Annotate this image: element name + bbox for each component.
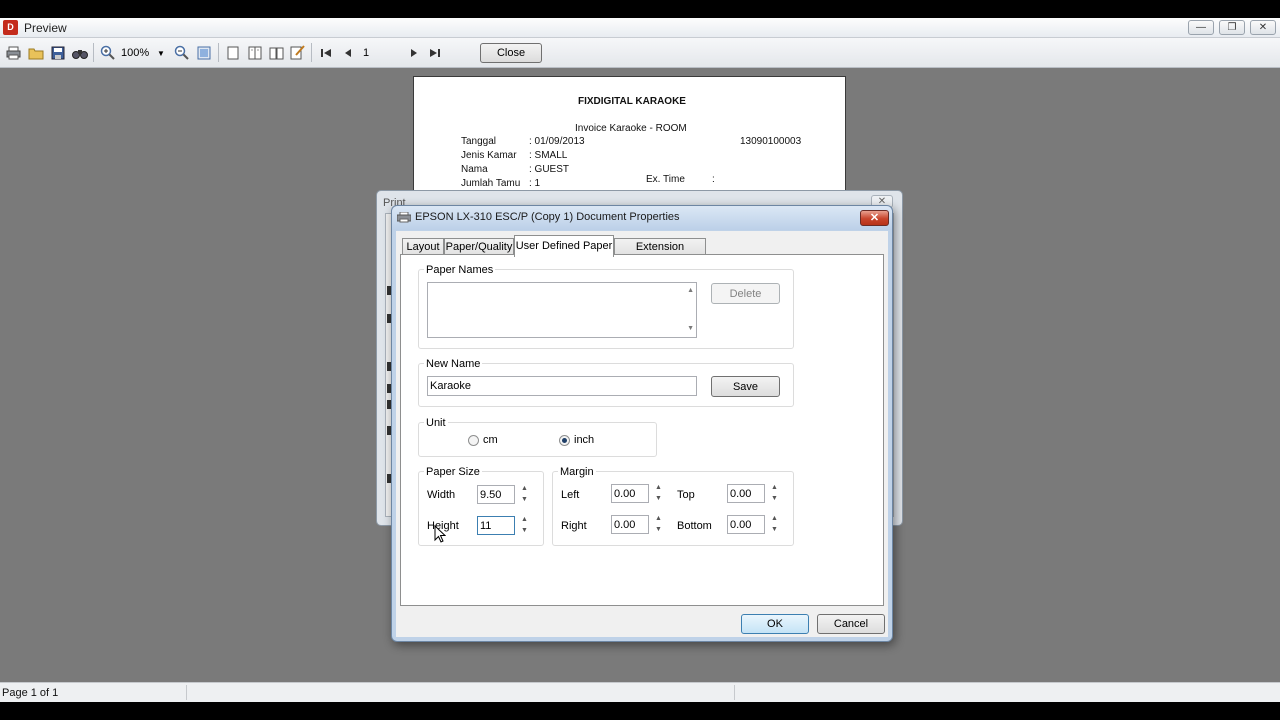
ex-time-label: Ex. Time [646, 174, 685, 185]
status-bar: Page 1 of 1 [0, 682, 1280, 702]
close-preview-button[interactable]: Close [480, 43, 542, 63]
group-label: Margin [558, 466, 596, 478]
dialog-titlebar: EPSON LX-310 ESC/P (Copy 1) Document Pro… [392, 206, 892, 230]
margin-group: Margin Left ▲▼ Top ▲▼ Right ▲▼ Bottom ▲▼ [552, 466, 794, 546]
unit-cm-label: cm [483, 434, 498, 446]
window-titlebar: D Preview — ❐ ✕ [0, 18, 1280, 38]
margin-right-input[interactable] [611, 515, 649, 534]
width-label: Width [427, 489, 456, 501]
first-page-icon[interactable] [317, 44, 334, 61]
report-row-value: : 01/09/2013 [529, 136, 585, 147]
tab-user-defined-paper[interactable]: User Defined Paper [514, 235, 614, 257]
status-separator [186, 685, 187, 700]
save-button[interactable]: Save [711, 376, 780, 397]
restore-button[interactable]: ❐ [1219, 20, 1245, 35]
width-stepper[interactable]: ▲ ▼ [519, 484, 531, 506]
report-title: FIXDIGITAL KARAOKE [578, 96, 686, 107]
document-properties-dialog: EPSON LX-310 ESC/P (Copy 1) Document Pro… [391, 205, 893, 642]
edit-icon[interactable] [289, 44, 306, 61]
status-separator [734, 685, 735, 700]
margin-right-stepper[interactable]: ▲ ▼ [653, 514, 665, 536]
margin-left-label: Left [561, 489, 580, 501]
close-icon[interactable]: ✕ [860, 210, 889, 226]
window-title: Preview [24, 21, 67, 35]
zoom-value: 100% [121, 47, 150, 59]
unit-inch-radio[interactable] [559, 435, 570, 446]
next-page-icon[interactable] [405, 44, 422, 61]
margin-bottom-stepper[interactable]: ▲ ▼ [769, 514, 781, 536]
report-row-value: : SMALL [529, 150, 568, 161]
single-page-icon[interactable] [224, 44, 241, 61]
ex-time-value: : [712, 174, 715, 185]
toolbar-separator [218, 43, 219, 62]
scroll-down-icon[interactable]: ▼ [687, 325, 694, 332]
fit-page-icon[interactable] [195, 44, 212, 61]
toolbar-separator [311, 43, 312, 62]
find-icon[interactable] [71, 44, 88, 61]
paper-names-group: Paper Names ▲ ▼ Delete [418, 264, 794, 349]
new-name-input[interactable] [427, 376, 697, 396]
report-row-value: : 1 [529, 178, 541, 189]
ok-button[interactable]: OK [741, 614, 809, 634]
report-row-label: Jenis Kamar [461, 150, 517, 161]
printer-icon[interactable] [5, 44, 22, 61]
new-name-group: New Name Save [418, 358, 794, 407]
height-input[interactable] [477, 516, 515, 535]
margin-top-stepper[interactable]: ▲ ▼ [769, 483, 781, 505]
margin-top-label: Top [677, 489, 695, 501]
chevron-down-icon: ▼ [157, 49, 165, 58]
paper-names-list[interactable]: ▲ ▼ [427, 282, 697, 338]
group-label: New Name [424, 358, 483, 370]
toolbar-separator [93, 43, 94, 62]
report-row-label: Tanggal [461, 136, 497, 147]
margin-bottom-label: Bottom [677, 520, 712, 532]
page-number-input[interactable] [360, 45, 400, 61]
tab-panel: Paper Names ▲ ▼ Delete New Name Save Uni… [400, 254, 884, 606]
open-icon[interactable] [27, 44, 44, 61]
report-subtitle: Invoice Karaoke - ROOM [575, 123, 687, 134]
group-label: Paper Size [424, 466, 482, 478]
window-close-button[interactable]: ✕ [1250, 20, 1276, 35]
unit-inch-label: inch [574, 434, 595, 446]
toolbar: 100% ▼ [0, 38, 1280, 68]
delete-button[interactable]: Delete [711, 283, 780, 304]
margin-left-stepper[interactable]: ▲ ▼ [653, 483, 665, 505]
report-row-label: Jumlah Tamu [461, 178, 521, 189]
margin-top-input[interactable] [727, 484, 765, 503]
margin-left-input[interactable] [611, 484, 649, 503]
two-page-icon[interactable] [246, 44, 263, 61]
group-label: Paper Names [424, 264, 496, 276]
report-page: FIXDIGITAL KARAOKE Invoice Karaoke - ROO… [413, 76, 846, 196]
zoom-in-icon[interactable] [99, 44, 116, 61]
margin-bottom-input[interactable] [727, 515, 765, 534]
unit-group: Unit cm inch [418, 417, 657, 457]
report-row-label: Nama [461, 164, 488, 175]
width-input[interactable] [477, 485, 515, 504]
margin-right-label: Right [561, 520, 587, 532]
zoom-select[interactable]: 100% ▼ [121, 46, 167, 61]
group-label: Unit [424, 417, 448, 429]
dialog-title: EPSON LX-310 ESC/P (Copy 1) Document Pro… [415, 211, 680, 223]
app-icon: D [3, 20, 18, 35]
invoice-number: 13090100003 [740, 136, 802, 147]
scroll-up-icon[interactable]: ▲ [687, 287, 694, 294]
save-icon[interactable] [49, 44, 66, 61]
last-page-icon[interactable] [426, 44, 443, 61]
report-row-value: : GUEST [529, 164, 570, 175]
page-status: Page 1 of 1 [2, 687, 59, 699]
height-stepper[interactable]: ▲ ▼ [519, 515, 531, 537]
unit-cm-radio[interactable] [468, 435, 479, 446]
cancel-button[interactable]: Cancel [817, 614, 885, 634]
prev-page-icon[interactable] [339, 44, 356, 61]
book-icon[interactable] [268, 44, 285, 61]
minimize-button[interactable]: — [1188, 20, 1214, 35]
printer-icon [397, 212, 411, 223]
zoom-out-icon[interactable] [173, 44, 190, 61]
dialog-body: Layout Paper/Quality User Defined Paper … [396, 231, 888, 637]
mouse-cursor-icon [434, 525, 446, 543]
